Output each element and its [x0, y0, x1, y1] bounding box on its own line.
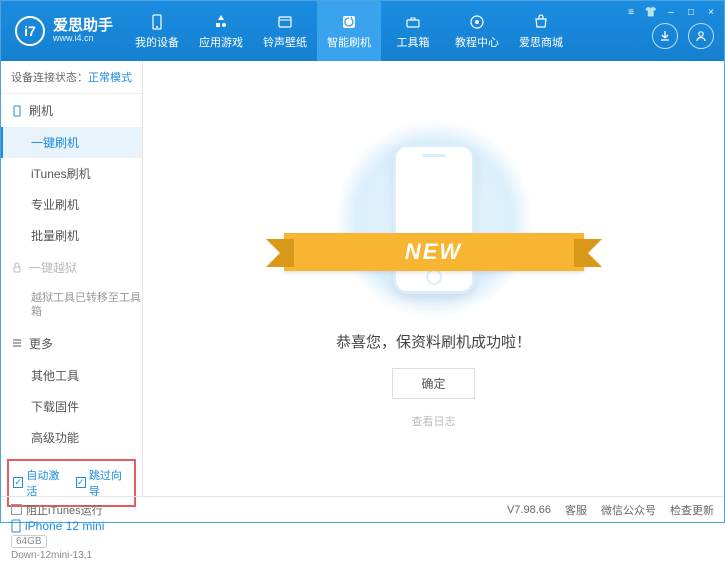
group-title: 刷机 [29, 102, 53, 119]
device-icon [148, 13, 166, 31]
status-value: 正常模式 [88, 72, 132, 84]
status-label: 设备连接状态： [11, 72, 88, 84]
nav-tutorial[interactable]: 教程中心 [445, 1, 509, 61]
app-title: 爱思助手 [53, 18, 113, 35]
nav-label: 应用游戏 [199, 34, 243, 50]
lock-icon [11, 262, 23, 274]
sidebar-item-other-tools[interactable]: 其他工具 [1, 360, 142, 391]
phone-icon [11, 105, 23, 117]
check-skip-guide[interactable]: ✓跳过向导 [76, 467, 131, 499]
sidebar-item-download-fw[interactable]: 下载固件 [1, 391, 142, 422]
nav-label: 教程中心 [455, 34, 499, 50]
group-flash[interactable]: 刷机 [1, 94, 142, 127]
check-auto-activate[interactable]: ✓自动激活 [13, 467, 68, 499]
nav-label: 智能刷机 [327, 34, 371, 50]
maximize-icon[interactable]: □ [684, 5, 698, 19]
group-jailbreak[interactable]: 一键越狱 [1, 251, 142, 284]
nav-media[interactable]: 铃声壁纸 [253, 1, 317, 61]
nav-label: 工具箱 [397, 34, 430, 50]
nav-label: 爱思商城 [519, 34, 563, 50]
check-block-itunes[interactable]: 阻止iTunes运行 [11, 502, 103, 518]
nav-toolbox[interactable]: 工具箱 [381, 1, 445, 61]
device-firmware: Down-12mini-13,1 [11, 550, 132, 561]
menu-icon[interactable]: ≡ [624, 5, 638, 19]
store-icon [532, 13, 550, 31]
footer-right: V7.98.66 客服 微信公众号 检查更新 [507, 502, 714, 518]
ok-button[interactable]: 确定 [392, 368, 474, 399]
tutorial-icon [468, 13, 486, 31]
nav-store[interactable]: 爱思商城 [509, 1, 573, 61]
top-nav: 我的设备 应用游戏 铃声壁纸 智能刷机 工具箱 教程中心 [125, 1, 573, 61]
success-message: 恭喜您，保资料刷机成功啦！ [336, 331, 531, 352]
view-log-link[interactable]: 查看日志 [412, 413, 456, 429]
footer: 阻止iTunes运行 V7.98.66 客服 微信公众号 检查更新 [1, 496, 724, 522]
sidebar-item-oneclick-flash[interactable]: 一键刷机 [1, 127, 142, 158]
minimize-icon[interactable]: – [664, 5, 678, 19]
service-link[interactable]: 客服 [565, 502, 587, 518]
group-title: 一键越狱 [29, 259, 77, 276]
version-text: V7.98.66 [507, 504, 551, 516]
new-ribbon: NEW [284, 233, 584, 271]
app-subtitle: www.i4.cn [53, 34, 113, 44]
close-icon[interactable]: × [704, 5, 718, 19]
apps-icon [212, 13, 230, 31]
checkbox-icon [11, 504, 22, 515]
check-label: 跳过向导 [89, 467, 130, 499]
nav-flash[interactable]: 智能刷机 [317, 1, 381, 61]
body: 设备连接状态：正常模式 刷机 一键刷机 iTunes刷机 专业刷机 批量刷机 一… [1, 61, 724, 496]
logo-icon: i7 [15, 16, 45, 46]
phone-graphic [393, 144, 475, 294]
connection-status: 设备连接状态：正常模式 [1, 61, 142, 94]
sidebar-item-advanced[interactable]: 高级功能 [1, 422, 142, 453]
wechat-link[interactable]: 微信公众号 [601, 502, 656, 518]
device-storage: 64GB [11, 535, 47, 548]
update-link[interactable]: 检查更新 [670, 502, 714, 518]
sidebar-item-pro-flash[interactable]: 专业刷机 [1, 189, 142, 220]
header-right [652, 23, 714, 49]
flash-icon [340, 13, 358, 31]
nav-my-device[interactable]: 我的设备 [125, 1, 189, 61]
group-more[interactable]: 更多 [1, 327, 142, 360]
checkbox-icon: ✓ [13, 477, 23, 488]
user-button[interactable] [688, 23, 714, 49]
group-title: 更多 [29, 335, 53, 352]
nav-apps[interactable]: 应用游戏 [189, 1, 253, 61]
app-window: ≡ 👕 – □ × i7 爱思助手 www.i4.cn 我的设备 应用游戏 [0, 0, 725, 523]
list-icon [11, 337, 23, 349]
nav-label: 我的设备 [135, 34, 179, 50]
sidebar-item-batch-flash[interactable]: 批量刷机 [1, 220, 142, 251]
header: ≡ 👕 – □ × i7 爱思助手 www.i4.cn 我的设备 应用游戏 [1, 1, 724, 61]
main-content: NEW 恭喜您，保资料刷机成功啦！ 确定 查看日志 [143, 61, 724, 496]
sidebar-item-itunes-flash[interactable]: iTunes刷机 [1, 158, 142, 189]
success-illustration: NEW [324, 129, 544, 309]
jailbreak-note: 越狱工具已转移至工具箱 [1, 284, 142, 327]
ribbon-text: NEW [284, 233, 584, 271]
media-icon [276, 13, 294, 31]
check-label: 自动激活 [26, 467, 67, 499]
toolbox-icon [404, 13, 422, 31]
check-label: 阻止iTunes运行 [26, 502, 103, 518]
window-controls: ≡ 👕 – □ × [624, 5, 718, 19]
skin-icon[interactable]: 👕 [644, 5, 658, 19]
logo: i7 爱思助手 www.i4.cn [15, 16, 113, 46]
download-button[interactable] [652, 23, 678, 49]
nav-label: 铃声壁纸 [263, 34, 307, 50]
sidebar: 设备连接状态：正常模式 刷机 一键刷机 iTunes刷机 专业刷机 批量刷机 一… [1, 61, 143, 496]
checkbox-icon: ✓ [76, 477, 86, 488]
